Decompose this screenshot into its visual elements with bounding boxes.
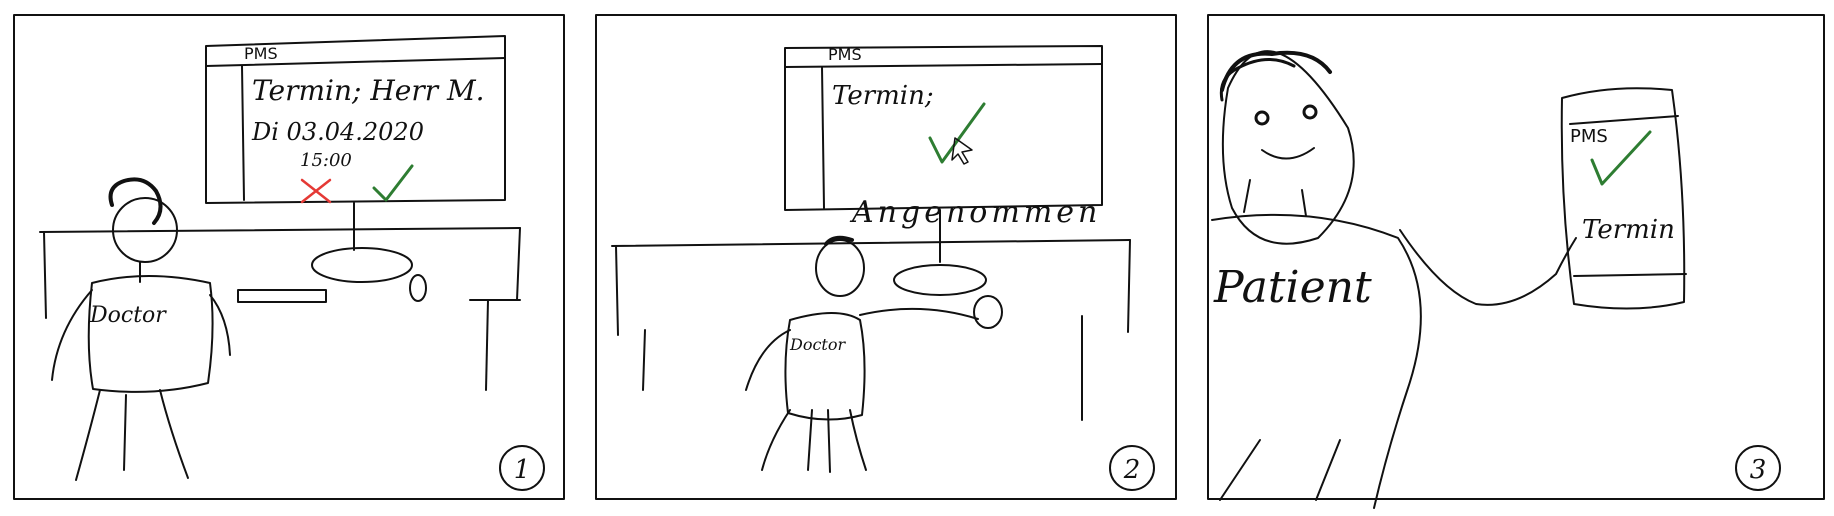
panel-number: 2 (1123, 455, 1141, 485)
screen-title: Termin; Herr M. (252, 74, 485, 107)
phone-label: Termin (1582, 215, 1675, 245)
screen-app-name: PMS (244, 44, 278, 63)
shirt-label: Doctor (789, 335, 846, 354)
phone (1560, 87, 1687, 310)
mouse (973, 295, 1003, 329)
screen-app-name: PMS (828, 45, 862, 64)
keyboard (237, 289, 327, 303)
shirt-label: Doctor (89, 303, 167, 328)
screen-title: Termin; (832, 81, 934, 111)
panel-3-frame (1207, 14, 1825, 500)
doctor-figure (51, 177, 231, 481)
panel-number: 3 (1750, 455, 1767, 485)
cursor-arrow-icon (951, 137, 973, 165)
phone-app-name: PMS (1570, 126, 1608, 147)
accept-check-icon (928, 102, 986, 164)
mouse (409, 274, 427, 302)
accept-check-icon (372, 164, 414, 202)
reject-x-icon (300, 178, 332, 204)
screen-time: 15:00 (300, 150, 352, 171)
storyboard: PMS Termin; Herr M. Di 03.04.2020 15:00 … (13, 14, 1825, 509)
doctor-figure (745, 235, 979, 473)
monitor (205, 35, 506, 283)
panel-number: 1 (514, 455, 531, 485)
panel-2: PMS Termin; Angenommen Doctor 2 (595, 14, 1177, 500)
status-text: Angenommen (849, 195, 1101, 230)
panel-3: Patient PMS Termin 3 (1207, 14, 1825, 509)
shirt-label: Patient (1213, 262, 1372, 313)
screen-date: Di 03.04.2020 (251, 118, 424, 146)
panel-1: PMS Termin; Herr M. Di 03.04.2020 15:00 … (13, 14, 565, 500)
desk (611, 239, 1131, 421)
